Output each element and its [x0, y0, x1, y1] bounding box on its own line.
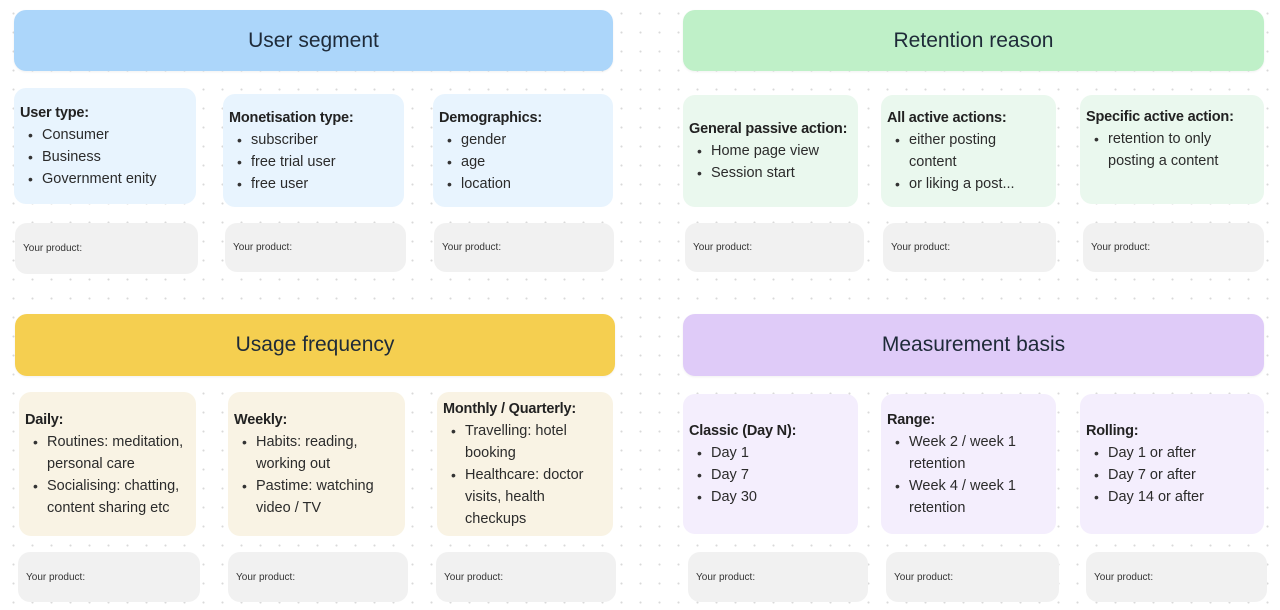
- your-product-box[interactable]: Your product:: [883, 223, 1056, 272]
- retention-reason-header[interactable]: Retention reason: [683, 10, 1264, 71]
- list-item: Business: [28, 146, 188, 168]
- bullet-list: Day 1 or after Day 7 or after Day 14 or …: [1086, 442, 1256, 508]
- all-active-actions-card[interactable]: All active actions: either posting conte…: [881, 95, 1056, 207]
- your-product-label: Your product:: [26, 571, 86, 583]
- daily-card[interactable]: Daily: Routines: meditation, personal ca…: [19, 392, 196, 536]
- your-product-label: Your product:: [442, 242, 502, 253]
- list-item: location: [447, 173, 605, 195]
- list-item: Week 4 / week 1 retention: [895, 475, 1030, 519]
- list-item: age: [447, 151, 605, 173]
- card-title: Rolling:: [1086, 423, 1139, 439]
- list-item: gender: [447, 129, 605, 151]
- user-segment-header[interactable]: User segment: [14, 10, 613, 71]
- general-passive-action-card[interactable]: General passive action: Home page view S…: [683, 95, 858, 207]
- list-item: Week 2 / week 1 retention: [895, 431, 1030, 475]
- your-product-label: Your product:: [1094, 571, 1154, 583]
- list-item: Government enity: [28, 168, 188, 190]
- bullet-list: gender age location: [439, 129, 605, 195]
- measurement-basis-title: Measurement basis: [881, 333, 1066, 356]
- user-type-card[interactable]: User type: Consumer Business Government …: [14, 88, 196, 204]
- list-item: subscriber: [237, 129, 396, 151]
- your-product-label: Your product:: [23, 243, 83, 254]
- usage-frequency-title: Usage frequency: [235, 333, 395, 356]
- list-item: Travelling: hotel booking: [451, 420, 595, 464]
- monetisation-type-card[interactable]: Monetisation type: subscriber free trial…: [223, 94, 404, 207]
- list-item: Day 1: [697, 442, 850, 464]
- bullet-list: Routines: meditation, personal care Soci…: [25, 431, 188, 519]
- bullet-list: Travelling: hotel booking Healthcare: do…: [443, 420, 605, 530]
- your-product-label: Your product:: [891, 242, 951, 253]
- card-title: Demographics:: [439, 109, 542, 126]
- card-title: Weekly:: [234, 412, 288, 428]
- usage-frequency-header[interactable]: Usage frequency: [15, 314, 615, 376]
- your-product-label: Your product:: [233, 242, 293, 253]
- card-title: Monetisation type:: [229, 109, 354, 126]
- your-product-label: Your product:: [693, 242, 753, 253]
- demographics-card[interactable]: Demographics: gender age location: [433, 94, 613, 207]
- your-product-box[interactable]: Your product:: [228, 552, 408, 602]
- card-title: Range:: [887, 412, 935, 428]
- your-product-box[interactable]: Your product:: [225, 223, 406, 272]
- bullet-list: Day 1 Day 7 Day 30: [689, 442, 850, 508]
- bullet-list: Consumer Business Government enity: [20, 124, 188, 190]
- list-item: free user: [237, 173, 396, 195]
- list-item: Home page view: [697, 140, 850, 162]
- range-card[interactable]: Range: Week 2 / week 1 retention Week 4 …: [881, 394, 1056, 534]
- your-product-box[interactable]: Your product:: [1086, 552, 1267, 602]
- list-item: either posting content: [895, 129, 1018, 173]
- specific-active-action-card[interactable]: Specific active action: retention to onl…: [1080, 95, 1264, 204]
- your-product-box[interactable]: Your product:: [1083, 223, 1264, 272]
- rolling-card[interactable]: Rolling: Day 1 or after Day 7 or after D…: [1080, 394, 1264, 534]
- bullet-list: Home page view Session start: [689, 140, 850, 184]
- card-title: All active actions:: [887, 110, 1007, 126]
- list-item: Routines: meditation, personal care: [33, 431, 188, 475]
- list-item: or liking a post...: [895, 173, 1018, 195]
- measurement-basis-header[interactable]: Measurement basis: [683, 314, 1264, 376]
- list-item: Socialising: chatting, content sharing e…: [33, 475, 188, 519]
- card-title: General passive action:: [689, 121, 848, 137]
- your-product-label: Your product:: [1091, 242, 1151, 253]
- monthly-quarterly-card[interactable]: Monthly / Quarterly: Travelling: hotel b…: [437, 392, 613, 536]
- list-item: free trial user: [237, 151, 396, 173]
- bullet-list: retention to only posting a content: [1086, 128, 1256, 172]
- list-item: Day 30: [697, 486, 850, 508]
- your-product-box[interactable]: Your product:: [434, 223, 614, 272]
- card-title: User type:: [20, 105, 89, 121]
- your-product-label: Your product:: [894, 571, 954, 583]
- your-product-label: Your product:: [444, 571, 504, 583]
- list-item: Habits: reading, working out: [242, 431, 383, 475]
- card-title: Specific active action:: [1086, 109, 1234, 125]
- your-product-box[interactable]: Your product:: [15, 223, 198, 274]
- your-product-label: Your product:: [236, 571, 296, 583]
- classic-day-n-card[interactable]: Classic (Day N): Day 1 Day 7 Day 30: [683, 394, 858, 534]
- list-item: Pastime: watching video / TV: [242, 475, 383, 519]
- list-item: Consumer: [28, 124, 188, 146]
- bullet-list: subscriber free trial user free user: [229, 129, 396, 195]
- list-item: Healthcare: doctor visits, health checku…: [451, 464, 595, 530]
- card-title: Monthly / Quarterly:: [443, 401, 576, 417]
- list-item: Day 1 or after: [1094, 442, 1256, 464]
- bullet-list: Week 2 / week 1 retention Week 4 / week …: [887, 431, 1048, 519]
- user-segment-title: User segment: [248, 28, 379, 52]
- card-title: Classic (Day N):: [689, 423, 797, 439]
- list-item: Day 7 or after: [1094, 464, 1256, 486]
- bullet-list: either posting content or liking a post.…: [887, 129, 1048, 195]
- card-title: Daily:: [25, 412, 64, 428]
- list-item: retention to only posting a content: [1094, 128, 1236, 172]
- retention-reason-title: Retention reason: [893, 28, 1054, 52]
- your-product-box[interactable]: Your product:: [886, 552, 1059, 602]
- your-product-box[interactable]: Your product:: [688, 552, 868, 602]
- weekly-card[interactable]: Weekly: Habits: reading, working out Pas…: [228, 392, 405, 536]
- list-item: Session start: [697, 162, 850, 184]
- your-product-box[interactable]: Your product:: [18, 552, 200, 602]
- your-product-box[interactable]: Your product:: [685, 223, 864, 272]
- list-item: Day 7: [697, 464, 850, 486]
- your-product-box[interactable]: Your product:: [436, 552, 616, 602]
- bullet-list: Habits: reading, working out Pastime: wa…: [234, 431, 397, 519]
- list-item: Day 14 or after: [1094, 486, 1256, 508]
- your-product-label: Your product:: [696, 571, 756, 583]
